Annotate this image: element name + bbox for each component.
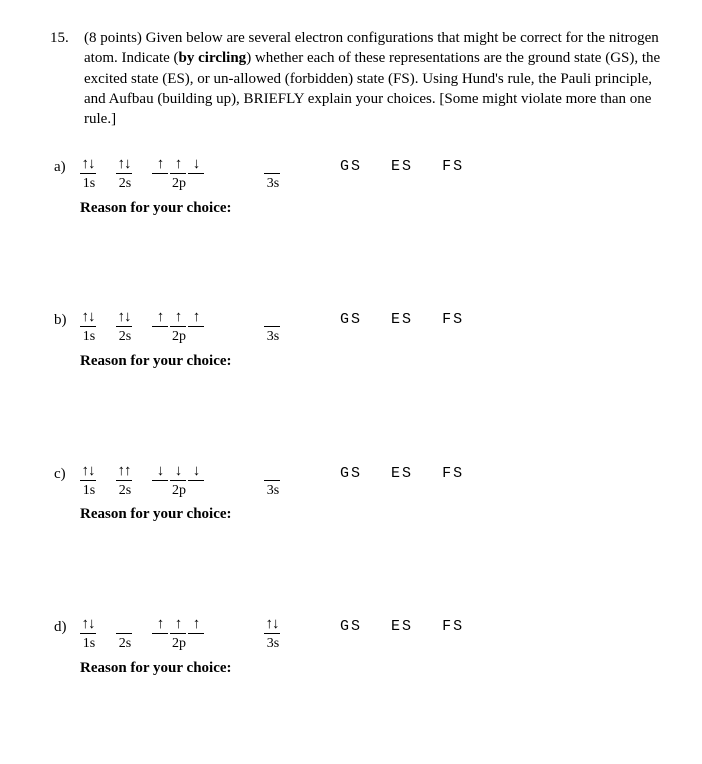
orbital-2s: ↑↓ 2s xyxy=(116,155,134,194)
question-points: (8 points) xyxy=(84,30,142,46)
reason-prompt: Reason for your choice: xyxy=(80,504,662,524)
question-block: 15. (8 points) Given below are several e… xyxy=(50,28,662,129)
slot-3s xyxy=(264,155,280,174)
label-3s: 3s xyxy=(267,175,279,194)
slot-2p-1: ↑ xyxy=(152,155,168,174)
orbital-1s: ↑↓ 1s xyxy=(80,615,98,654)
label-1s: 1s xyxy=(83,175,95,194)
orbital-2s: 2s xyxy=(116,615,134,654)
part-a: a) ↑↓ 1s ↑↓ 2s ↑ ↑ ↓ 2p xyxy=(54,155,662,218)
part-b: b) ↑↓ 1s ↑↓ 2s ↑ ↑ ↑ 2p xyxy=(54,308,662,371)
slot-1s: ↑↓ xyxy=(80,308,96,327)
slot-2p-3: ↓ xyxy=(188,155,204,174)
slot-2p-2: ↑ xyxy=(170,615,186,634)
part-label: b) xyxy=(54,308,80,330)
state-choices[interactable]: GS ES FS xyxy=(340,308,482,330)
slot-2s: ↑↑ xyxy=(116,462,132,481)
orbital-2s: ↑↓ 2s xyxy=(116,308,134,347)
state-choices[interactable]: GS ES FS xyxy=(340,155,482,177)
reason-prompt: Reason for your choice: xyxy=(80,351,662,371)
orbital-2s: ↑↑ 2s xyxy=(116,462,134,501)
orbital-2p: ↑ ↑ ↑ 2p xyxy=(152,308,206,347)
orbital-line: ↑↓ 1s ↑↓ 2s ↑ ↑ ↓ 2p xyxy=(80,155,662,194)
part-label: a) xyxy=(54,155,80,177)
choice-fs[interactable]: FS xyxy=(442,158,464,175)
reason-prompt: Reason for your choice: xyxy=(80,198,662,218)
orbital-line: ↑↓ 1s ↑↓ 2s ↑ ↑ ↑ 2p xyxy=(80,308,662,347)
slot-3s xyxy=(264,308,280,327)
slot-2p-2: ↓ xyxy=(170,462,186,481)
slot-2s: ↑↓ xyxy=(116,308,132,327)
slot-3s xyxy=(264,462,280,481)
choice-es[interactable]: ES xyxy=(391,465,413,482)
slot-2p-1: ↑ xyxy=(152,615,168,634)
orbital-2p: ↑ ↑ ↓ 2p xyxy=(152,155,206,194)
slot-2p-2: ↑ xyxy=(170,155,186,174)
label-1s: 1s xyxy=(83,635,95,654)
label-2s: 2s xyxy=(119,328,131,347)
state-choices[interactable]: GS ES FS xyxy=(340,615,482,637)
choice-es[interactable]: ES xyxy=(391,311,413,328)
choice-es[interactable]: ES xyxy=(391,618,413,635)
slot-1s: ↑↓ xyxy=(80,615,96,634)
part-d: d) ↑↓ 1s 2s ↑ ↑ ↑ 2p xyxy=(54,615,662,678)
choice-fs[interactable]: FS xyxy=(442,618,464,635)
choice-fs[interactable]: FS xyxy=(442,465,464,482)
choice-es[interactable]: ES xyxy=(391,158,413,175)
label-2p: 2p xyxy=(172,482,186,501)
slot-2s: ↑↓ xyxy=(116,155,132,174)
label-3s: 3s xyxy=(267,328,279,347)
label-2s: 2s xyxy=(119,175,131,194)
choice-gs[interactable]: GS xyxy=(340,465,362,482)
orbital-1s: ↑↓ 1s xyxy=(80,308,98,347)
label-2s: 2s xyxy=(119,482,131,501)
label-3s: 3s xyxy=(267,482,279,501)
choice-gs[interactable]: GS xyxy=(340,158,362,175)
orbital-line: ↑↓ 1s ↑↑ 2s ↓ ↓ ↓ 2p xyxy=(80,462,662,501)
slot-1s: ↑↓ xyxy=(80,155,96,174)
question-number: 15. xyxy=(50,28,84,129)
part-label: d) xyxy=(54,615,80,637)
orbital-1s: ↑↓ 1s xyxy=(80,462,98,501)
label-1s: 1s xyxy=(83,482,95,501)
orbital-2p: ↓ ↓ ↓ 2p xyxy=(152,462,206,501)
label-3s: 3s xyxy=(267,635,279,654)
question-text: (8 points) Given below are several elect… xyxy=(84,28,662,129)
label-2p: 2p xyxy=(172,175,186,194)
reason-prompt: Reason for your choice: xyxy=(80,658,662,678)
question-bold: by circling xyxy=(179,50,247,66)
choice-gs[interactable]: GS xyxy=(340,311,362,328)
choice-fs[interactable]: FS xyxy=(442,311,464,328)
slot-2p-3: ↑ xyxy=(188,615,204,634)
slot-2s xyxy=(116,615,132,634)
slot-3s: ↑↓ xyxy=(264,615,280,634)
choice-gs[interactable]: GS xyxy=(340,618,362,635)
orbital-3s: 3s xyxy=(264,155,282,194)
label-2s: 2s xyxy=(119,635,131,654)
slot-2p-1: ↓ xyxy=(152,462,168,481)
orbital-1s: ↑↓ 1s xyxy=(80,155,98,194)
slot-2p-2: ↑ xyxy=(170,308,186,327)
parts-container: a) ↑↓ 1s ↑↓ 2s ↑ ↑ ↓ 2p xyxy=(50,155,662,678)
label-2p: 2p xyxy=(172,328,186,347)
orbital-3s: 3s xyxy=(264,462,282,501)
part-label: c) xyxy=(54,462,80,484)
slot-2p-3: ↓ xyxy=(188,462,204,481)
slot-1s: ↑↓ xyxy=(80,462,96,481)
part-c: c) ↑↓ 1s ↑↑ 2s ↓ ↓ ↓ 2p xyxy=(54,462,662,525)
orbital-3s: 3s xyxy=(264,308,282,347)
label-2p: 2p xyxy=(172,635,186,654)
orbital-3s: ↑↓ 3s xyxy=(264,615,282,654)
state-choices[interactable]: GS ES FS xyxy=(340,462,482,484)
orbital-2p: ↑ ↑ ↑ 2p xyxy=(152,615,206,654)
label-1s: 1s xyxy=(83,328,95,347)
orbital-line: ↑↓ 1s 2s ↑ ↑ ↑ 2p ↑↓ xyxy=(80,615,662,654)
slot-2p-3: ↑ xyxy=(188,308,204,327)
slot-2p-1: ↑ xyxy=(152,308,168,327)
